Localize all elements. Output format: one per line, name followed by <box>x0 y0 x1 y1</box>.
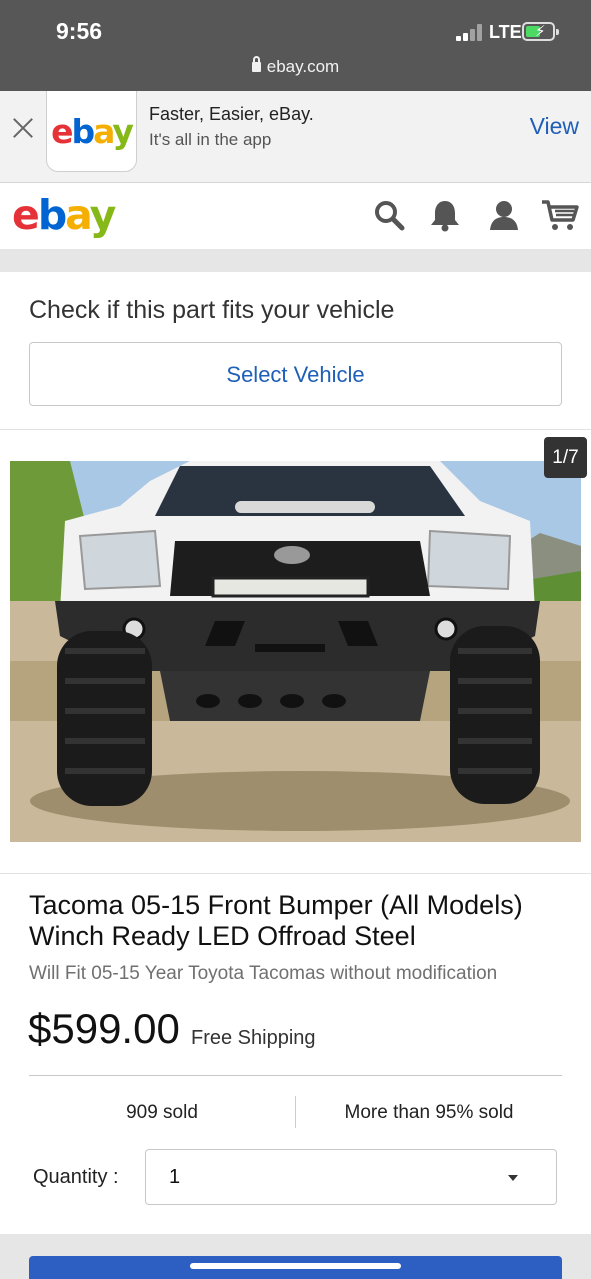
sold-rate: More than 95% sold <box>344 1102 514 1123</box>
user-icon[interactable] <box>487 198 521 232</box>
select-vehicle-button[interactable]: Select Vehicle <box>29 342 562 406</box>
product-photo[interactable] <box>10 461 581 842</box>
bottom-bar <box>0 1234 591 1279</box>
app-banner: ebay Faster, Easier, eBay. It's all in t… <box>0 91 591 183</box>
url-text: ebay.com <box>266 57 340 76</box>
status-bar: 9:56 LTE ⚡ ebay.com <box>0 0 591 91</box>
site-header: ebay <box>0 183 591 250</box>
listing-title: Tacoma 05-15 Front Bumper (All Models) W… <box>29 890 523 951</box>
home-indicator <box>190 1263 401 1269</box>
battery-icon: ⚡ <box>522 22 559 41</box>
listing-details: Tacoma 05-15 Front Bumper (All Models) W… <box>0 874 591 1234</box>
quantity-value: 1 <box>169 1166 181 1188</box>
section-gap <box>0 250 591 272</box>
fitment-section: Check if this part fits your vehicle Sel… <box>0 272 591 430</box>
quantity-select[interactable]: 1 <box>145 1149 557 1205</box>
network-label: LTE <box>489 22 522 42</box>
status-time: 9:56 <box>56 18 103 44</box>
signal-icon <box>456 24 483 41</box>
listing-subtitle: Will Fit 05-15 Year Toyota Tacomas witho… <box>29 963 498 984</box>
divider <box>29 1075 562 1076</box>
sold-count: 909 sold <box>126 1102 198 1123</box>
image-gallery: 1/7 <box>0 430 591 874</box>
shipping-label: Free Shipping <box>191 1027 316 1049</box>
ebay-logo[interactable]: ebay <box>12 195 116 236</box>
ebay-app-icon: ebay <box>46 91 137 172</box>
chevron-down-icon <box>508 1175 518 1181</box>
banner-title: Faster, Easier, eBay. <box>149 104 314 124</box>
address-bar[interactable]: ebay.com <box>0 56 591 77</box>
view-app-button[interactable]: View <box>530 113 579 140</box>
fitment-question: Check if this part fits your vehicle <box>29 296 395 324</box>
bell-icon[interactable] <box>428 198 462 232</box>
cart-icon[interactable] <box>541 198 579 232</box>
price: $599.00 <box>28 1005 180 1052</box>
quantity-label: Quantity : <box>33 1166 119 1188</box>
search-icon[interactable] <box>372 198 406 232</box>
lock-icon <box>251 56 261 72</box>
banner-subtitle: It's all in the app <box>149 130 272 149</box>
image-counter: 1/7 <box>544 437 587 478</box>
ebay-logo: ebay <box>51 111 134 151</box>
close-icon[interactable] <box>11 115 35 139</box>
